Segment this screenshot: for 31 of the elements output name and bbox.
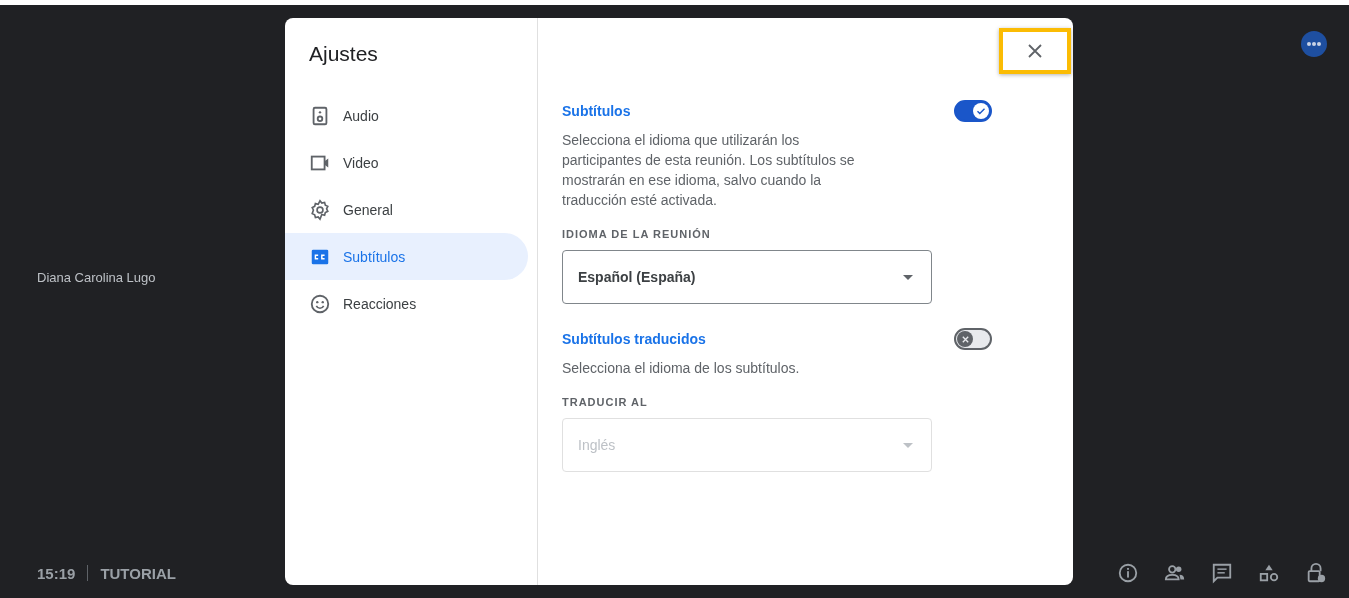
section-description: Selecciona el idioma que utilizarán los participantes de esta reunión. Los subtítulos se mostrarán en ese idioma, salvo cuando la traducción esté activada. [562,131,856,210]
gear-icon [309,198,331,221]
close-icon [1028,44,1042,58]
language-dropdown[interactable]: Español (España) [562,250,932,304]
field-label: IDIOMA DE LA REUNIÓN [562,228,712,240]
nav-item[interactable]: General [285,186,528,233]
section-description: Selecciona el idioma de los subtítulos. [562,359,801,378]
nav-item[interactable]: Subtítulos [285,233,528,280]
dialog-title: Ajustes [308,42,379,66]
check-icon [976,106,986,116]
section-title: Subtítulos [562,103,631,119]
nav-item[interactable]: Video [285,139,528,186]
toggle-switch[interactable] [954,100,992,122]
meeting-title: TUTORIAL [100,564,176,582]
more-options-button[interactable] [1301,31,1327,57]
chat-icon[interactable] [1211,562,1233,584]
smiley-icon [309,292,331,315]
more-icon [1301,31,1327,57]
shapes-icon[interactable] [1258,562,1280,584]
nav-item[interactable]: Audio [285,92,528,139]
field-label: TRADUCIR AL [562,396,649,408]
lock-icon[interactable] [1305,562,1327,584]
meeting-time: 15:19 [37,564,76,582]
participant-name: Diana Carolina Lugo [37,270,156,285]
cross-icon [960,334,970,344]
caret-icon [903,442,913,448]
info-icon[interactable] [1117,562,1139,584]
caret-icon [903,274,913,280]
section-title: Subtítulos traducidos [562,331,706,347]
nav-item[interactable]: Reacciones [285,280,528,327]
toggle-switch[interactable] [954,328,992,350]
